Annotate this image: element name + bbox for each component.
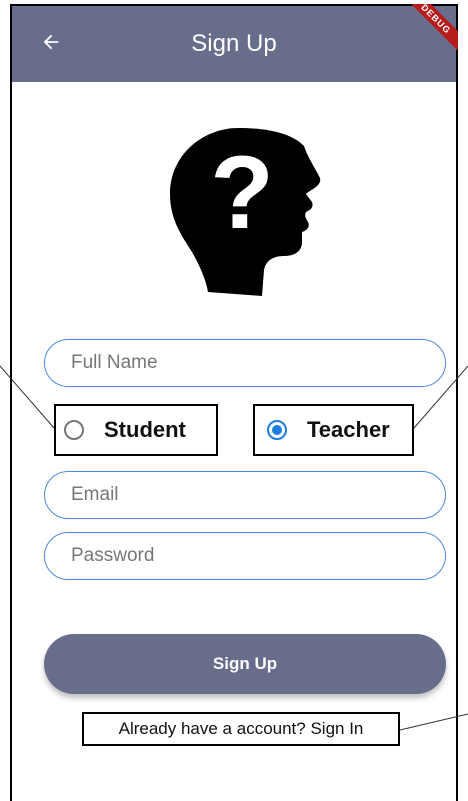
password-input[interactable]: [44, 532, 446, 580]
sign-up-button[interactable]: Sign Up: [44, 634, 446, 694]
role-option-teacher[interactable]: Teacher: [253, 404, 414, 456]
radio-selected-icon[interactable]: [267, 420, 287, 440]
role-option-student[interactable]: Student: [54, 404, 218, 456]
debug-banner-label: DEBUG: [398, 4, 458, 60]
sign-in-link[interactable]: Already have a account? Sign In: [82, 712, 400, 746]
role-option-label: Student: [104, 417, 186, 442]
page-title: Sign Up: [191, 30, 277, 57]
svg-text:?: ?: [210, 135, 274, 251]
role-option-label: Teacher: [307, 417, 390, 442]
debug-banner: DEBUG: [398, 4, 458, 64]
email-input[interactable]: [44, 471, 446, 519]
full-name-input[interactable]: [44, 339, 446, 387]
question-head-icon: ?: [170, 128, 321, 296]
radio-unselected-icon[interactable]: [64, 420, 84, 440]
